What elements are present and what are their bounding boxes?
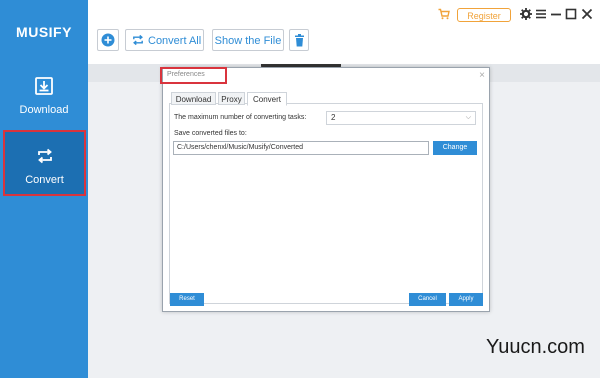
sidebar-item-convert[interactable]: Convert xyxy=(3,130,86,196)
toolbar: Convert All Show the File Register xyxy=(88,0,600,64)
menu-icon[interactable] xyxy=(535,8,547,20)
app-brand: MUSIFY xyxy=(16,24,72,40)
sidebar: MUSIFY Download Convert xyxy=(0,0,88,378)
convert-icon xyxy=(133,34,143,46)
cart-icon[interactable] xyxy=(438,8,450,20)
save-path-label: Save converted files to: xyxy=(174,130,247,137)
close-icon[interactable] xyxy=(581,8,593,20)
maximize-icon[interactable] xyxy=(565,8,577,20)
preferences-dialog: Preferences × Download Proxy Convert The… xyxy=(160,67,490,312)
watermark: Yuucn.com xyxy=(486,336,585,358)
change-button[interactable]: Change xyxy=(433,141,477,155)
delete-button[interactable] xyxy=(289,29,309,51)
tab-download[interactable]: Download xyxy=(171,92,216,105)
dialog-title: Preferences xyxy=(167,71,205,78)
gear-icon[interactable] xyxy=(520,8,532,20)
sidebar-item-label: Convert xyxy=(25,174,64,186)
max-tasks-label: The maximum number of converting tasks: xyxy=(174,114,307,121)
dialog-close-button[interactable]: × xyxy=(479,70,485,81)
trash-icon xyxy=(295,34,304,47)
download-icon xyxy=(35,77,53,95)
sidebar-item-download[interactable]: Download xyxy=(0,70,88,138)
sidebar-item-label: Download xyxy=(19,104,69,116)
max-tasks-value: 2 xyxy=(331,113,336,122)
convert-icon xyxy=(37,148,52,164)
show-file-button[interactable]: Show the File xyxy=(212,29,284,51)
convert-all-label: Convert All xyxy=(148,35,202,47)
reset-button[interactable]: Reset xyxy=(170,293,204,306)
tab-proxy[interactable]: Proxy xyxy=(218,92,245,105)
max-tasks-select[interactable]: 2 ⌵ xyxy=(326,111,476,125)
cancel-button[interactable]: Cancel xyxy=(409,293,446,306)
tab-convert[interactable]: Convert xyxy=(247,92,287,106)
chevron-down-icon: ⌵ xyxy=(465,114,471,121)
add-button[interactable] xyxy=(97,29,119,51)
plus-circle-icon xyxy=(101,33,115,47)
convert-all-button[interactable]: Convert All xyxy=(125,29,204,51)
register-button[interactable]: Register xyxy=(457,8,511,22)
apply-button[interactable]: Apply xyxy=(449,293,483,306)
save-path-input[interactable]: C:/Users/chenxl/Music/Musify/Converted xyxy=(173,141,429,155)
minimize-icon[interactable] xyxy=(550,8,562,20)
